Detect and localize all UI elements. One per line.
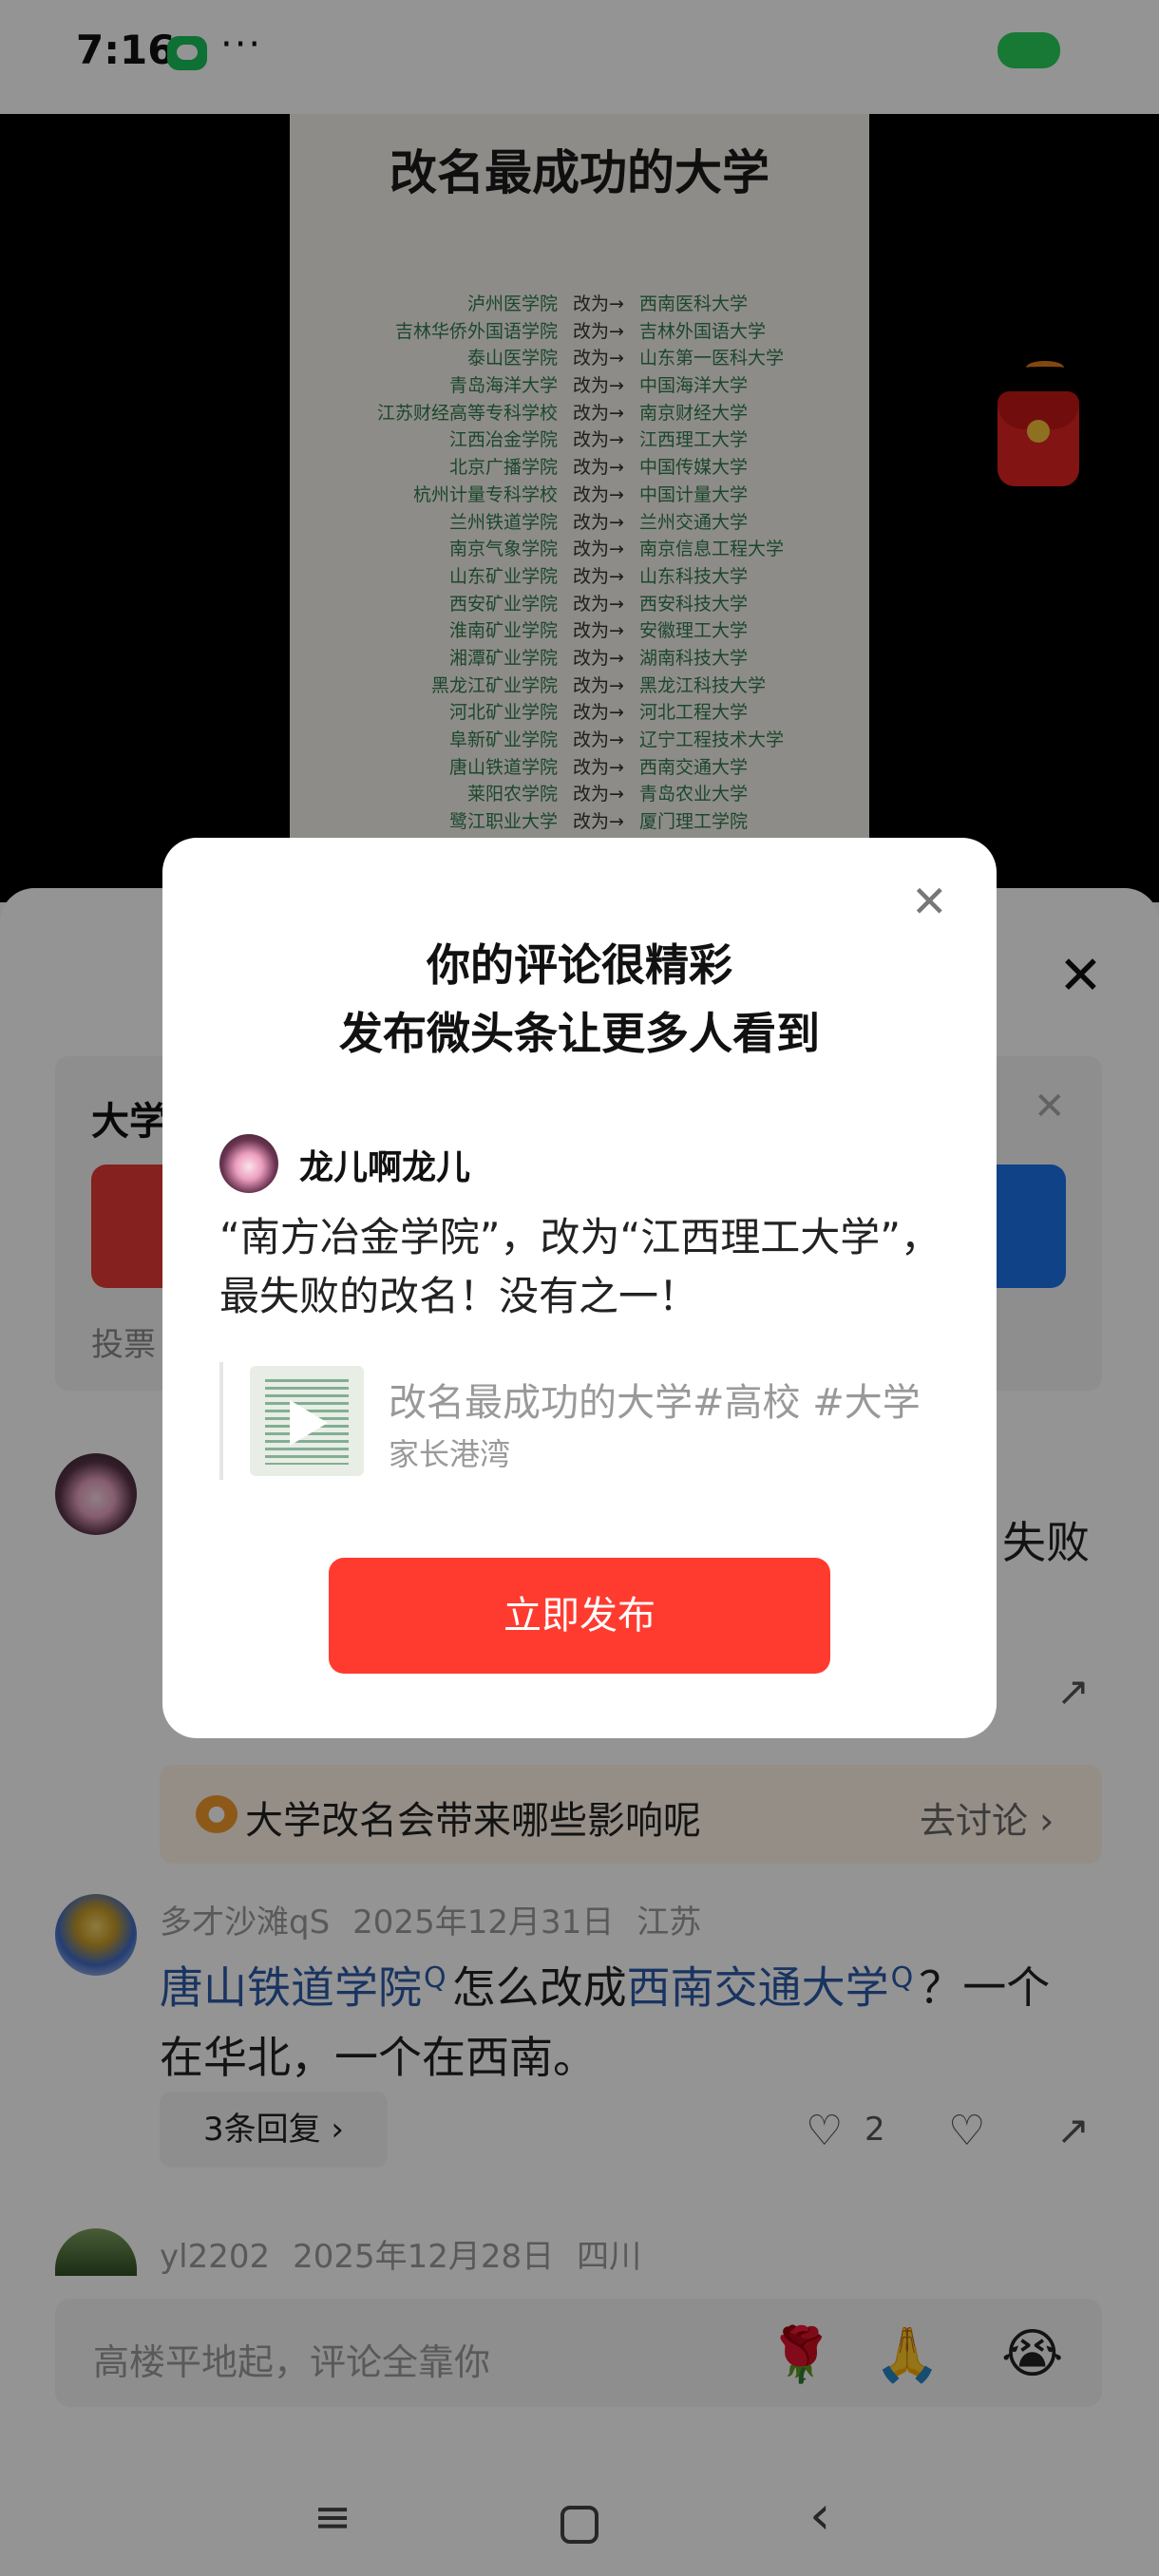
dialog-title-line1: 你的评论很精彩	[427, 939, 732, 991]
close-icon[interactable]: ✕	[911, 876, 948, 927]
quoted-video: 改名最成功的大学#高校 #大学 家长港湾	[219, 1362, 951, 1480]
avatar	[219, 1134, 278, 1193]
video-thumbnail	[250, 1366, 364, 1476]
dialog-title: 你的评论很精彩 发布微头条让更多人看到	[162, 931, 997, 1068]
dialog-title-line2: 发布微头条让更多人看到	[339, 1008, 820, 1059]
play-icon	[290, 1400, 328, 1446]
quoted-video-author: 家长港湾	[389, 1436, 511, 1472]
publish-button[interactable]: 立即发布	[329, 1558, 830, 1674]
publish-dialog: ✕ 你的评论很精彩 发布微头条让更多人看到 龙儿啊龙儿 “南方冶金学院”，改为“…	[162, 838, 997, 1738]
comment-preview: “南方冶金学院”，改为“江西理工大学”，最失败的改名！没有之一！	[219, 1214, 941, 1319]
quoted-video-title: 改名最成功的大学#高校 #大学	[389, 1381, 921, 1425]
user-name: 龙儿啊龙儿	[299, 1148, 471, 1187]
